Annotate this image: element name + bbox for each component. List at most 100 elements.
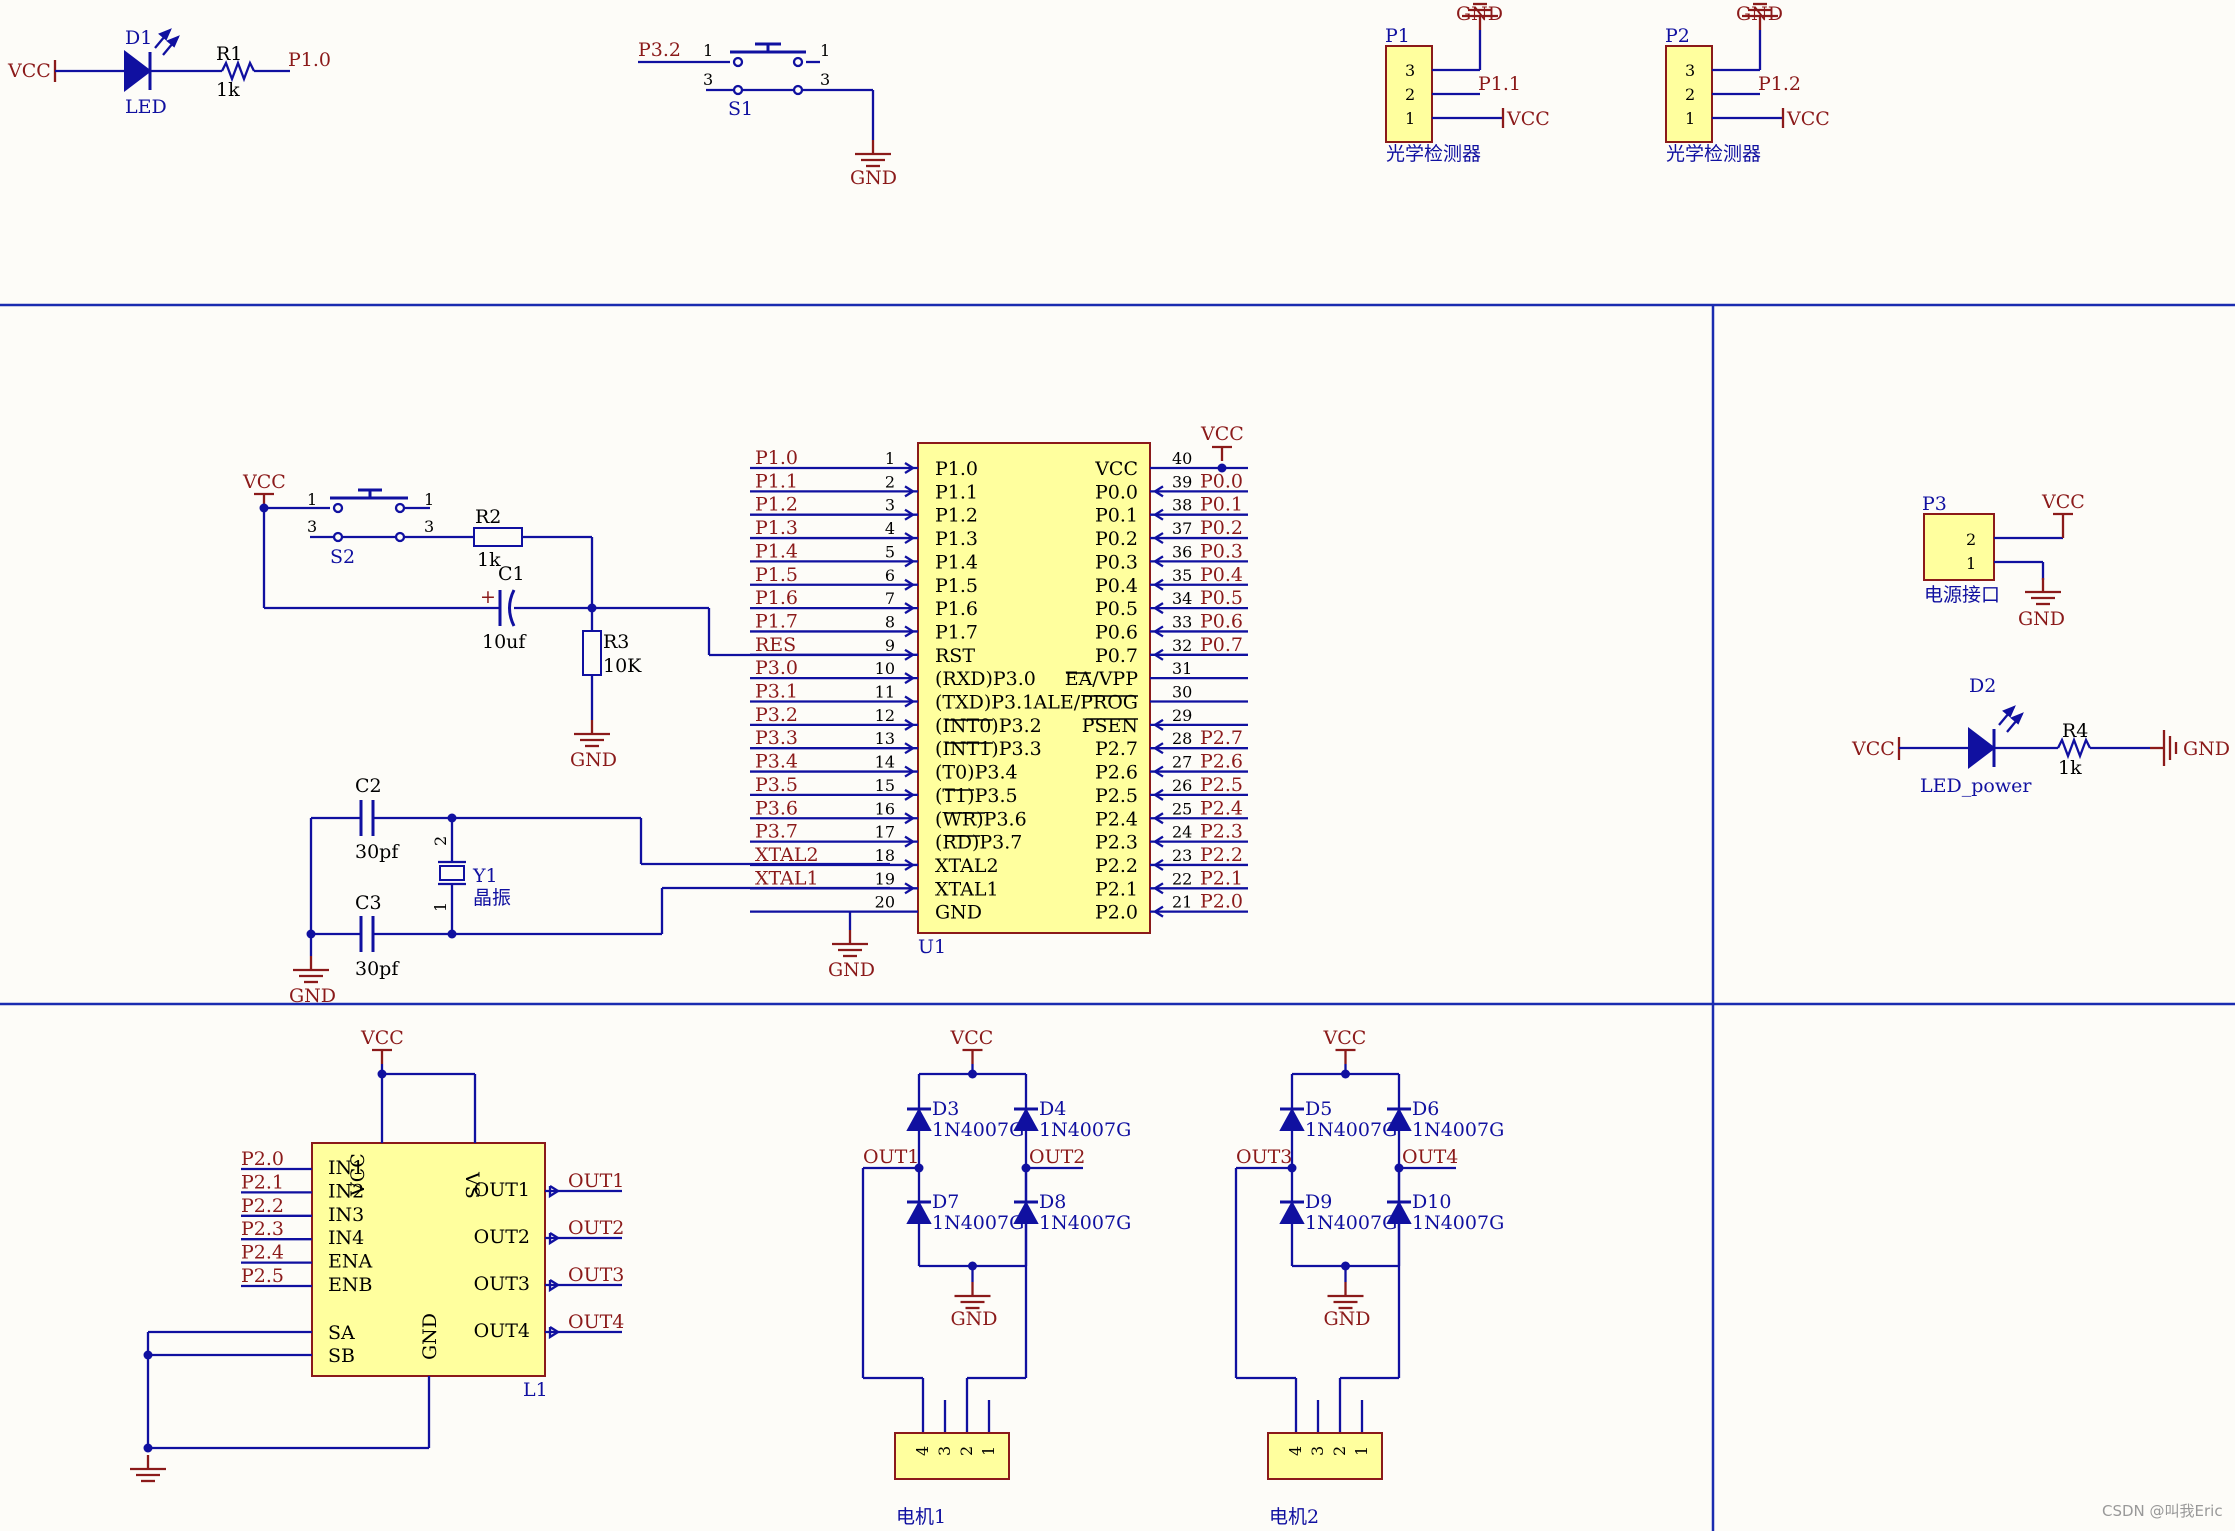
d1-name: LED xyxy=(125,96,167,118)
net-label: P2.1 xyxy=(241,1171,284,1193)
pin-name: P1.6 xyxy=(935,598,978,620)
svg-text:VCC: VCC xyxy=(242,471,286,493)
pin-number: 18 xyxy=(875,846,895,865)
net-label: P0.6 xyxy=(1200,610,1243,632)
vcc-label: VCC xyxy=(1323,1027,1367,1049)
diode-d10: D101N4007G xyxy=(1386,1191,1504,1234)
pin-name: P2.4 xyxy=(1095,808,1138,830)
p2-ref: P2 xyxy=(1665,25,1690,47)
pin-name: VCC xyxy=(1094,458,1138,480)
pin-name: P0.3 xyxy=(1095,551,1138,573)
net-label: P0.3 xyxy=(1200,540,1243,562)
y1-ref: Y1 xyxy=(472,865,498,887)
gnd-label: GND xyxy=(951,1308,998,1330)
svg-text:VCC: VCC xyxy=(1851,738,1895,760)
pin-number: 2 xyxy=(885,472,895,491)
pin-number: 25 xyxy=(1172,799,1192,818)
pin-number: 31 xyxy=(1172,659,1192,678)
pin-name: (T1)P3.5 xyxy=(935,785,1018,807)
pin-number: 27 xyxy=(1172,753,1192,772)
pin-name: (RXD)P3.0 xyxy=(935,668,1036,690)
r1-ref: R1 xyxy=(216,43,242,65)
svg-text:GND: GND xyxy=(828,959,875,981)
net-label: P3.1 xyxy=(755,681,798,703)
net-label: P3.7 xyxy=(755,821,798,843)
pin-name: P1.5 xyxy=(935,575,978,597)
pin-number: 5 xyxy=(885,542,895,561)
left-net-label: OUT1 xyxy=(863,1146,919,1168)
motor-name: 电机1 xyxy=(896,1506,946,1528)
pin-number: 24 xyxy=(1172,823,1192,842)
pin-number: 29 xyxy=(1172,706,1192,725)
net-label: P2.2 xyxy=(241,1195,284,1217)
pin-name: P0.5 xyxy=(1095,598,1138,620)
pin-number: 38 xyxy=(1172,496,1192,515)
pin-number: 16 xyxy=(875,799,895,818)
pin-number: 22 xyxy=(1172,869,1192,888)
net-label: P3.2 xyxy=(755,704,798,726)
diode-part: 1N4007G xyxy=(1412,1212,1504,1234)
pin-number: 23 xyxy=(1172,846,1192,865)
pin-name: OUT3 xyxy=(474,1273,530,1295)
led-d1-circuit: VCC D1 LED R1 1k P1.0 xyxy=(7,27,331,118)
p3-name: 电源接口 xyxy=(1924,584,2000,606)
pin-name: P1.1 xyxy=(935,481,978,503)
svg-text:2: 2 xyxy=(431,836,450,846)
s2-ref: S2 xyxy=(330,546,355,568)
pin-number: 30 xyxy=(1172,683,1192,702)
pin-name: ALE/PROG xyxy=(1033,692,1138,714)
pin-number: 19 xyxy=(875,869,895,888)
pin-number: 11 xyxy=(875,683,895,702)
svg-text:3: 3 xyxy=(307,517,317,536)
svg-text:2: 2 xyxy=(1405,85,1415,104)
schematic-canvas: VCC D1 LED R1 1k P1.0 P3.2 1 1 3 3 S1 GN… xyxy=(0,2,2235,1531)
pin-number: 40 xyxy=(1172,449,1192,468)
r4-value: 1k xyxy=(2058,757,2082,779)
svg-text:2: 2 xyxy=(1685,85,1695,104)
net-label: XTAL1 xyxy=(755,867,819,889)
pin-number: 4 xyxy=(1286,1446,1305,1456)
right-net-label: OUT4 xyxy=(1402,1146,1458,1168)
net-label: P3.5 xyxy=(755,774,798,796)
svg-text:GND: GND xyxy=(570,749,617,771)
pin-name: P0.7 xyxy=(1095,645,1138,667)
d2-name: LED_power xyxy=(1920,775,2032,797)
pin-name: P1.7 xyxy=(935,621,978,643)
svg-text:1: 1 xyxy=(307,490,317,509)
svg-text:1: 1 xyxy=(1685,109,1695,128)
gnd-label: GND xyxy=(1324,1308,1371,1330)
net-label: P1.4 xyxy=(755,540,798,562)
net-label: P1.3 xyxy=(755,517,798,539)
diode-part: 1N4007G xyxy=(1039,1212,1131,1234)
net-label: P2.1 xyxy=(1200,867,1243,889)
y1-name: 晶振 xyxy=(473,887,511,909)
switch-s1: P3.2 1 1 3 3 S1 GND xyxy=(638,39,897,189)
svg-text:1: 1 xyxy=(1966,554,1976,573)
net-label: P2.3 xyxy=(1200,821,1243,843)
pin-number: 37 xyxy=(1172,519,1192,538)
c3-ref: C3 xyxy=(355,892,382,914)
svg-text:2: 2 xyxy=(1966,530,1976,549)
pin-name: P1.0 xyxy=(935,458,978,480)
svg-text:VCC: VCC xyxy=(2041,491,2085,513)
pin-name: P1.3 xyxy=(935,528,978,550)
pin-name: (RD)P3.7 xyxy=(935,832,1022,854)
r1-net-label: P1.0 xyxy=(288,49,331,71)
net-label: RES xyxy=(755,634,796,656)
net-label: P1.6 xyxy=(755,587,798,609)
diode-ref: D10 xyxy=(1412,1191,1451,1213)
net-label: OUT3 xyxy=(568,1264,624,1286)
svg-text:VCC: VCC xyxy=(1786,108,1830,130)
net-label: P1.0 xyxy=(755,447,798,469)
net-label: P2.4 xyxy=(241,1242,284,1264)
pin-number: 3 xyxy=(935,1446,954,1456)
svg-text:SA: SA xyxy=(328,1322,355,1344)
s1-net-label: P3.2 xyxy=(638,39,681,61)
pin-number: 35 xyxy=(1172,566,1192,585)
pin-number: 39 xyxy=(1172,472,1192,491)
pin-number: 3 xyxy=(1308,1446,1327,1456)
motor-bridge-2: VCCGNDD51N4007GD61N4007GD91N4007GD101N40… xyxy=(1234,1027,1504,1528)
pin-name: OUT1 xyxy=(474,1179,530,1201)
vcc-label: VCC xyxy=(950,1027,994,1049)
pin-number: 28 xyxy=(1172,729,1192,748)
